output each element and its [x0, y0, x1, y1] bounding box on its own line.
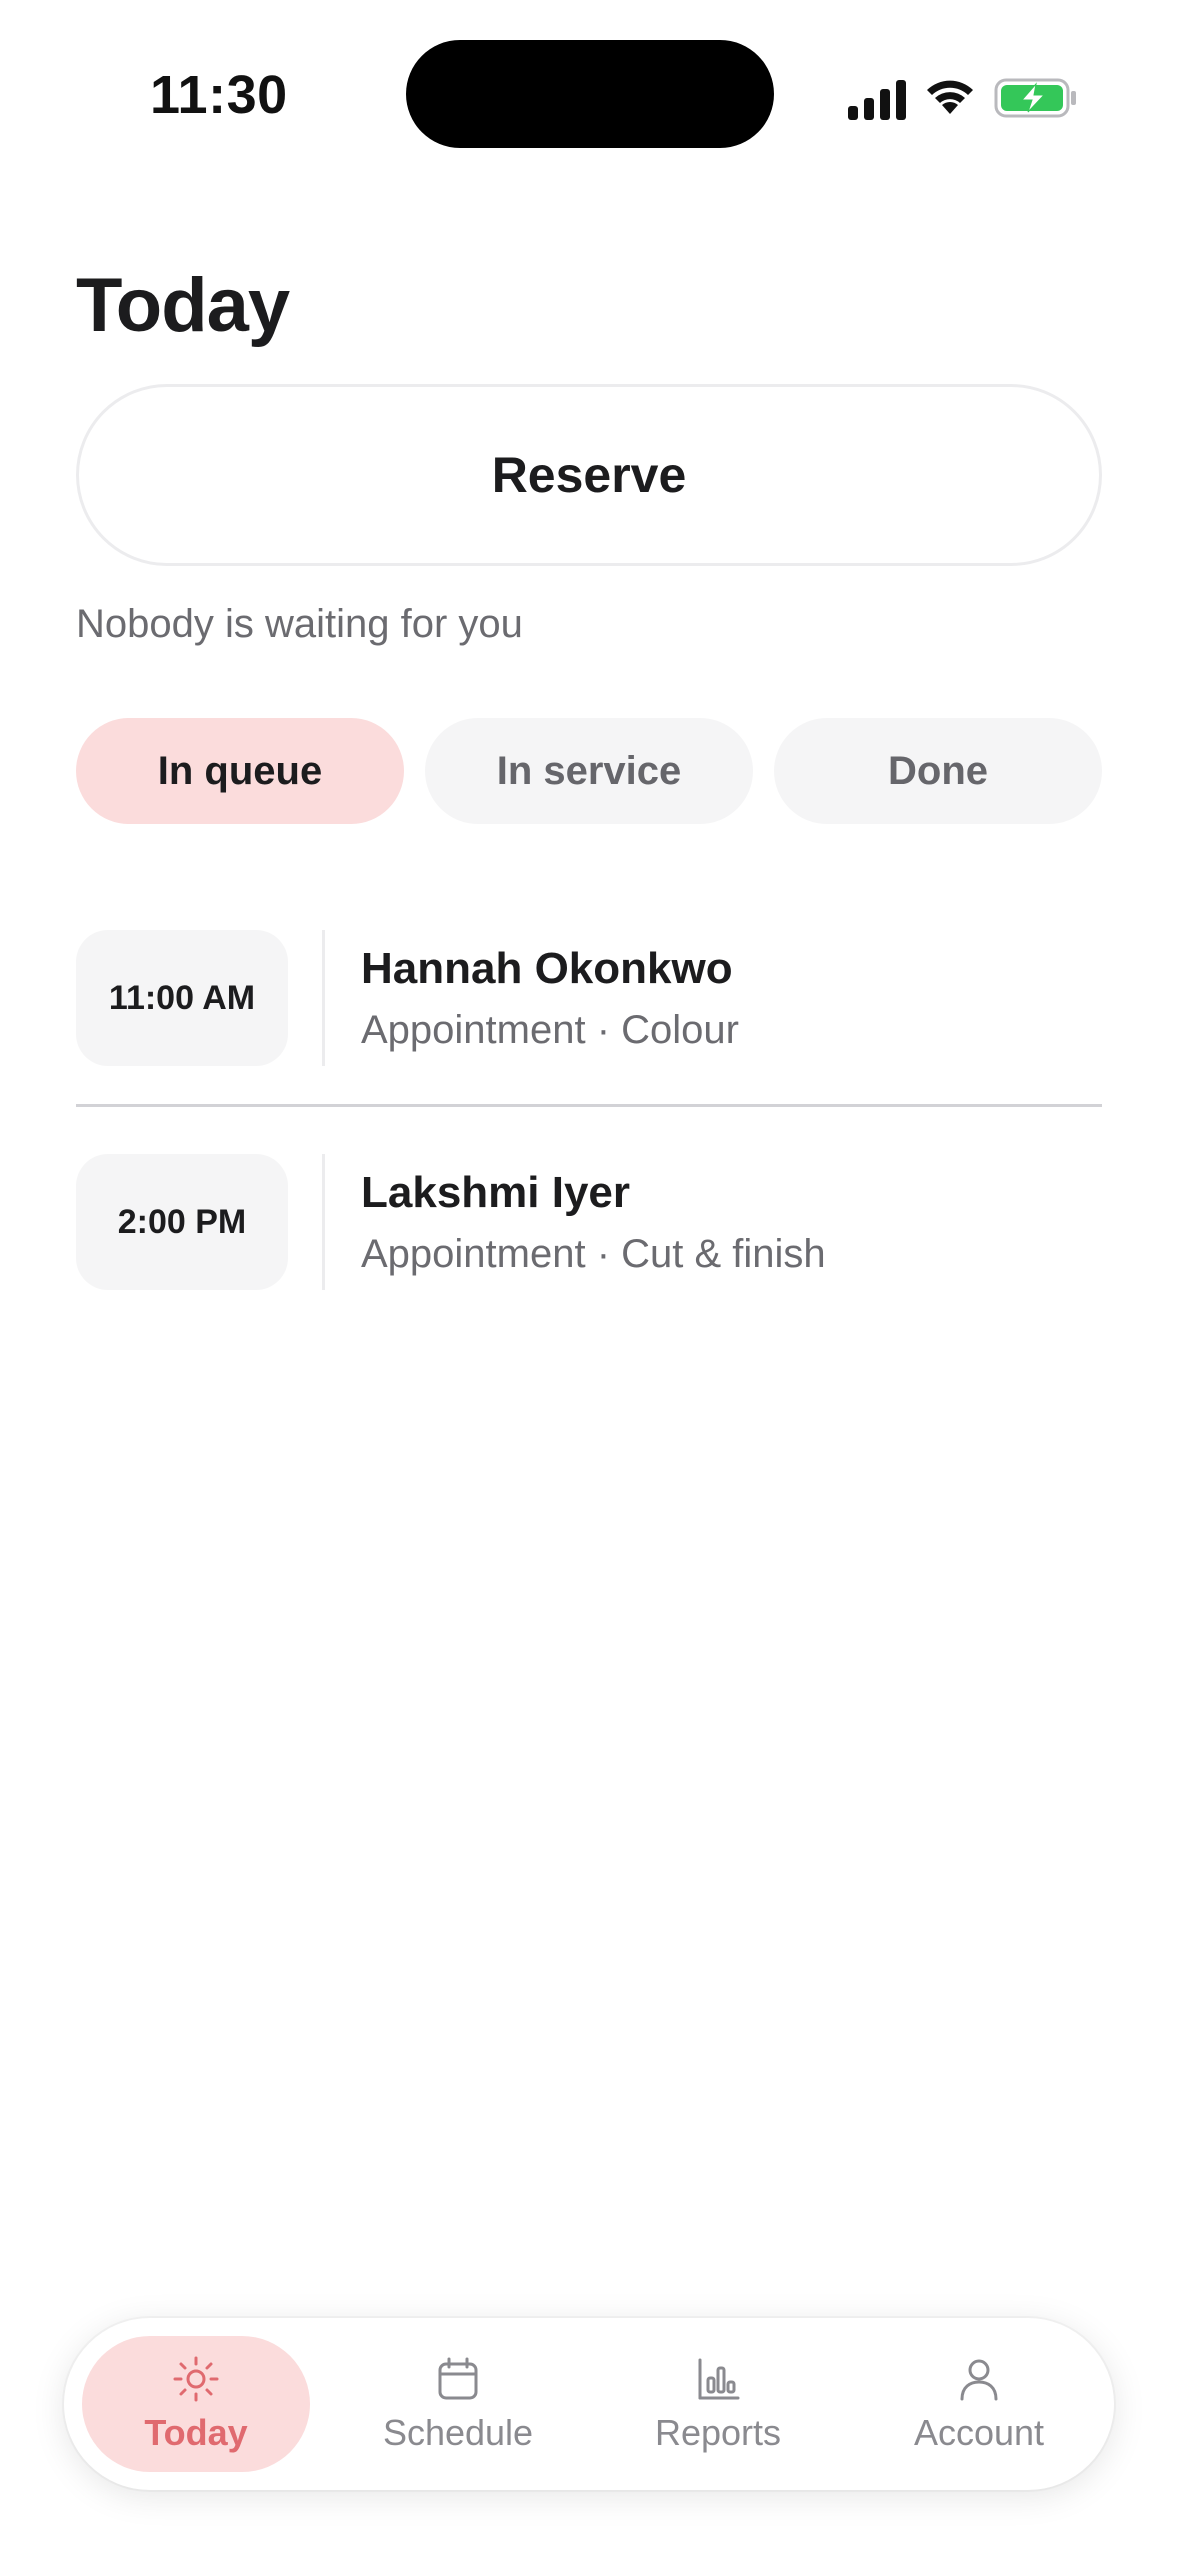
- tabbar-label-today: Today: [144, 2412, 248, 2453]
- appointment-row[interactable]: 2:00 PM Lakshmi Iyer Appointment · Cut &…: [76, 1154, 1102, 1292]
- signal-icon: [848, 80, 906, 120]
- appointment-time: 2:00 PM: [76, 1154, 288, 1290]
- client-name: Hannah Okonkwo: [361, 944, 733, 993]
- status-time: 11:30: [150, 65, 288, 125]
- tab-done[interactable]: Done: [774, 718, 1102, 824]
- tabbar-label-reports: Reports: [654, 2412, 782, 2453]
- tab-in-queue[interactable]: In queue: [76, 718, 404, 824]
- row-divider: [322, 930, 325, 1066]
- bottom-tab-bar: Today Schedule Reports Account: [64, 2318, 1114, 2490]
- calendar-icon: [438, 2357, 478, 2400]
- bar-chart-icon: [698, 2358, 740, 2400]
- tabbar-item-reports[interactable]: Reports: [604, 2336, 832, 2472]
- appointment-row[interactable]: 11:00 AM Hannah Okonkwo Appointment · Co…: [76, 930, 1102, 1068]
- tabbar-item-account[interactable]: Account: [865, 2336, 1093, 2472]
- row-divider: [322, 1154, 325, 1290]
- today-screen: 11:30 Today Reserve Nobody is waiting fo…: [0, 0, 1179, 2556]
- person-icon: [960, 2359, 998, 2401]
- page-title: Today: [76, 263, 290, 348]
- waiting-status-text: Nobody is waiting for you: [76, 602, 523, 646]
- reserve-button[interactable]: Reserve: [76, 384, 1102, 566]
- appointment-detail: Appointment · Colour: [361, 1008, 739, 1052]
- battery-charging-icon: [994, 78, 1076, 118]
- wifi-icon: [927, 80, 973, 114]
- appointment-detail: Appointment · Cut & finish: [361, 1232, 826, 1276]
- appointment-time: 11:00 AM: [76, 930, 288, 1066]
- client-name: Lakshmi Iyer: [361, 1168, 631, 1217]
- dynamic-island: [406, 40, 774, 148]
- tab-in-service[interactable]: In service: [425, 718, 753, 824]
- tabbar-label-account: Account: [913, 2412, 1045, 2453]
- list-separator: [76, 1104, 1102, 1107]
- tabbar-item-schedule[interactable]: Schedule: [344, 2336, 572, 2472]
- tabbar-label-schedule: Schedule: [382, 2412, 534, 2453]
- sun-icon: [173, 2356, 219, 2402]
- tabbar-item-today[interactable]: Today: [82, 2336, 310, 2472]
